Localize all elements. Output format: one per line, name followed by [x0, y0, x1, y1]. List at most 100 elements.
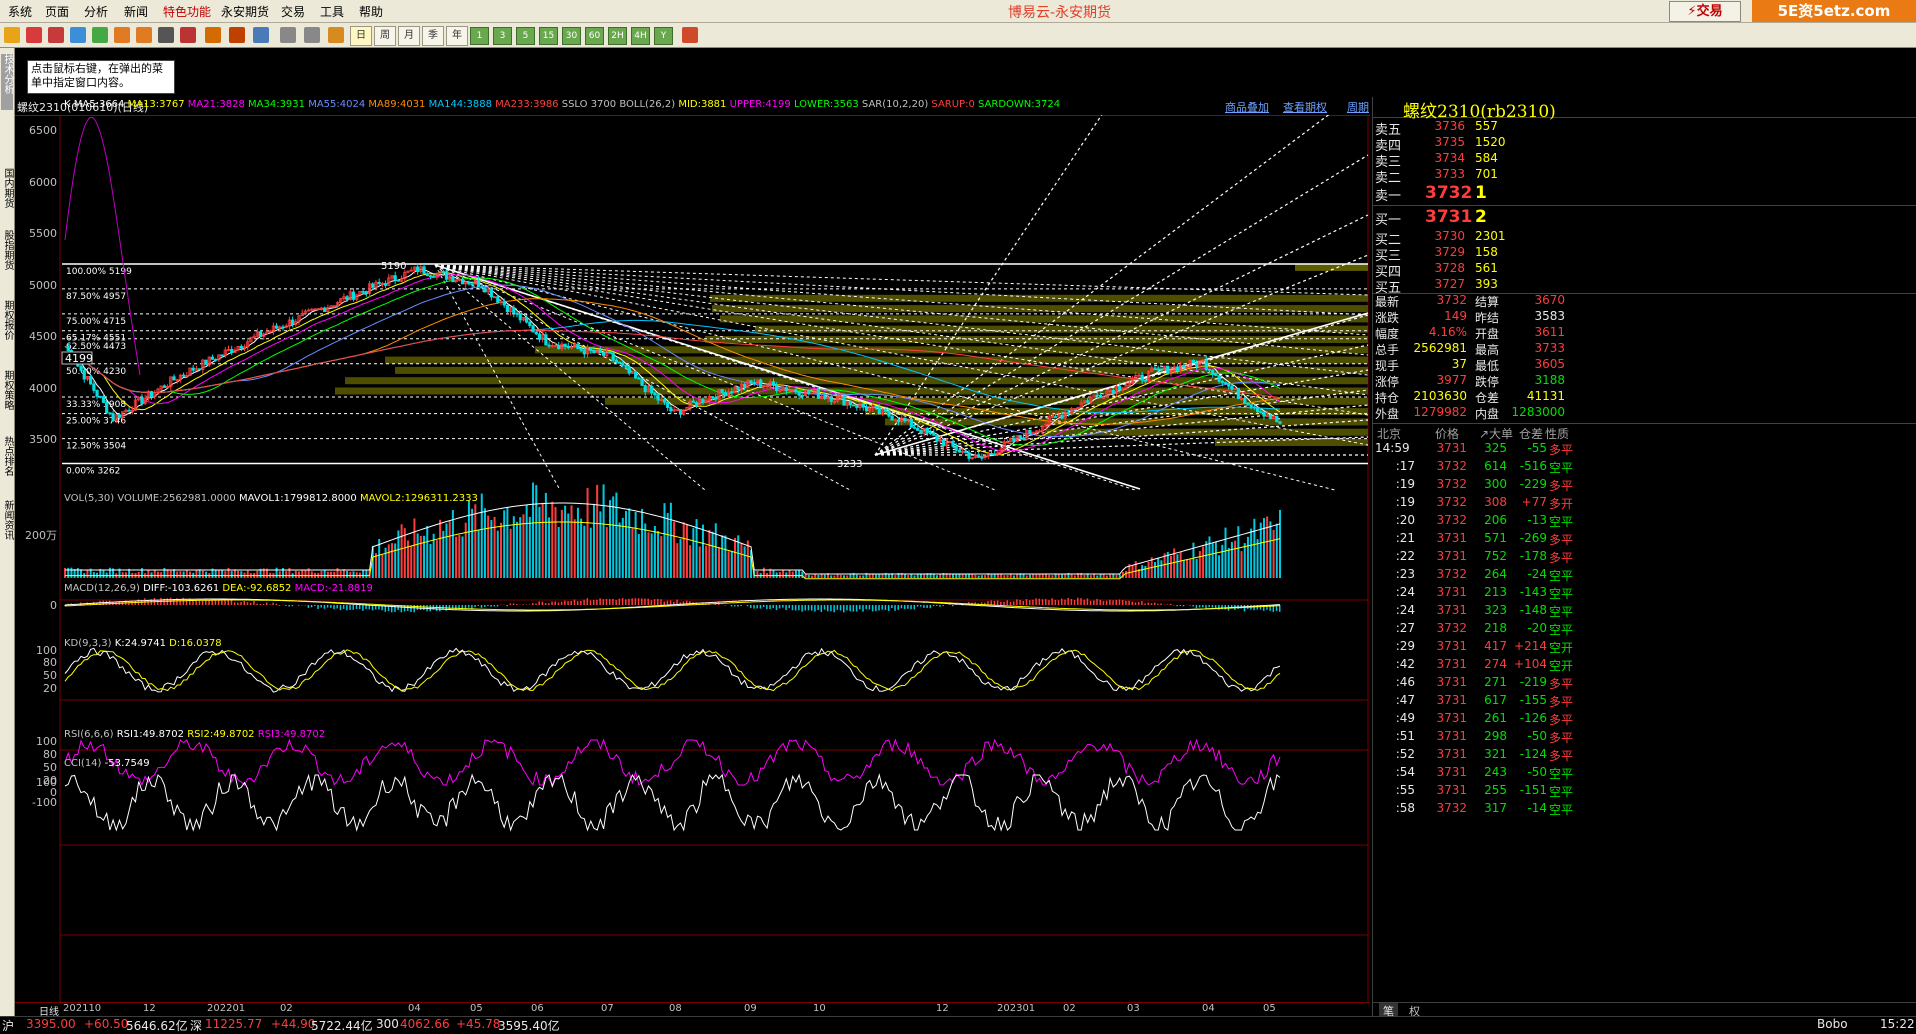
trade-button[interactable]: ⚡交易 — [1669, 1, 1741, 22]
ask-row[interactable]: 卖一 3732 1 — [1373, 183, 1916, 205]
tick-row[interactable]: :58 3732 317 -14 空平 — [1373, 801, 1916, 819]
ask-row[interactable]: 卖三 3734 584 — [1373, 151, 1916, 167]
period-week-button[interactable]: 周 — [374, 26, 396, 46]
option-link[interactable]: 查看期权 — [1283, 99, 1327, 115]
sidebar-tab-news[interactable]: 新闻资讯 — [1, 500, 13, 550]
bid-row[interactable]: 买一 3731 2 — [1373, 207, 1916, 229]
sidebar-tab-option-quote[interactable]: 期权报价 — [1, 300, 13, 350]
tick-row[interactable]: :19 3732 308 +77 多开 — [1373, 495, 1916, 513]
stat-value: 3670 — [1509, 293, 1565, 307]
candle-body — [378, 282, 380, 283]
status-clock: 15:22 — [1880, 1017, 1915, 1031]
period-4h-button[interactable]: 4H — [631, 27, 650, 45]
tick-row[interactable]: :24 3731 323 -148 空平 — [1373, 603, 1916, 621]
period-2h-button[interactable]: 2H — [608, 27, 627, 45]
bid-price: 3730 — [1425, 229, 1465, 243]
macd-bar — [817, 605, 819, 610]
volume-bar — [833, 576, 835, 578]
tick-row[interactable]: :27 3732 218 -20 空平 — [1373, 621, 1916, 639]
macd-bar — [875, 605, 877, 611]
period-month-button[interactable]: 月 — [398, 26, 420, 46]
volume-bar — [606, 527, 608, 578]
tick-row[interactable]: :42 3731 274 +104 空开 — [1373, 657, 1916, 675]
sidebar-tab-tech[interactable]: 技术分析 — [1, 54, 13, 110]
menu-help[interactable]: 帮助 — [359, 3, 383, 20]
zoom-in-icon[interactable] — [114, 27, 130, 43]
tick-row[interactable]: :29 3731 417 +214 空开 — [1373, 639, 1916, 657]
table-icon[interactable] — [280, 27, 296, 43]
tick-row[interactable]: :19 3732 300 -229 多平 — [1373, 477, 1916, 495]
period-y-button[interactable]: Y — [654, 27, 673, 45]
macd-bar — [298, 605, 300, 606]
grid-icon[interactable] — [304, 27, 320, 43]
menu-system[interactable]: 系统 — [8, 3, 32, 20]
volume-bar — [609, 500, 611, 578]
macd-bar — [356, 605, 358, 609]
tick-row[interactable]: :46 3731 271 -219 多平 — [1373, 675, 1916, 693]
home-icon[interactable] — [26, 27, 42, 43]
period-3m-button[interactable]: 3 — [493, 27, 512, 45]
bid-row[interactable]: 买二 3730 2301 — [1373, 229, 1916, 245]
calendar-icon[interactable] — [682, 27, 698, 43]
bid-row[interactable]: 买五 3727 393 — [1373, 277, 1916, 293]
tick-row[interactable]: :22 3731 752 -178 多平 — [1373, 549, 1916, 567]
refresh-icon[interactable] — [92, 27, 108, 43]
volume-bar — [1199, 551, 1201, 578]
ticks-list[interactable]: 14:59 3731 325 -55 多平 :17 3732 614 -516 … — [1373, 441, 1916, 1001]
kline-chart[interactable]: 100.00% 519987.50% 495775.00% 471565.17%… — [15, 115, 1370, 1015]
tick-row[interactable]: :17 3732 614 -516 空平 — [1373, 459, 1916, 477]
volume-bar — [875, 575, 877, 578]
ask-row[interactable]: 卖四 3735 1520 — [1373, 135, 1916, 151]
overlay-link[interactable]: 商品叠加 — [1225, 99, 1269, 115]
bid-row[interactable]: 买三 3729 158 — [1373, 245, 1916, 261]
menu-page[interactable]: 页面 — [45, 3, 69, 20]
tick-row[interactable]: :55 3731 255 -151 空平 — [1373, 783, 1916, 801]
ask-row[interactable]: 卖五 3736 557 — [1373, 119, 1916, 135]
sidebar-tab-ranking[interactable]: 热点排名 — [1, 436, 13, 486]
menu-analysis[interactable]: 分析 — [84, 3, 108, 20]
sidebar-tab-index[interactable]: 股指期货 — [1, 230, 13, 280]
bid-row[interactable]: 买四 3728 561 — [1373, 261, 1916, 277]
menu-tools[interactable]: 工具 — [320, 3, 344, 20]
zoom-out-icon[interactable] — [136, 27, 152, 43]
period-15m-button[interactable]: 15 — [539, 27, 558, 45]
tick-row[interactable]: :51 3731 298 -50 多平 — [1373, 729, 1916, 747]
period-30m-button[interactable]: 30 — [562, 27, 581, 45]
sidebar-tab-option-strategy[interactable]: 期权策略 — [1, 370, 13, 420]
period-year-button[interactable]: 年 — [446, 26, 468, 46]
draw-icon[interactable] — [180, 27, 196, 43]
flag-icon[interactable] — [328, 27, 344, 43]
ask-row[interactable]: 卖二 3733 701 — [1373, 167, 1916, 183]
indicator-icon[interactable] — [253, 27, 269, 43]
tick-row[interactable]: :49 3731 261 -126 多平 — [1373, 711, 1916, 729]
menu-news[interactable]: 新闻 — [124, 3, 148, 20]
period-quarter-button[interactable]: 季 — [422, 26, 444, 46]
menu-trade[interactable]: 交易 — [281, 3, 305, 20]
pen-icon[interactable] — [205, 27, 221, 43]
period-1m-button[interactable]: 1 — [470, 27, 489, 45]
back-icon[interactable] — [4, 27, 20, 43]
list-icon[interactable] — [70, 27, 86, 43]
sidebar-tab-domestic[interactable]: 国内期货 — [1, 168, 13, 218]
period-day-button[interactable]: 日 — [350, 26, 372, 46]
tick-row[interactable]: 14:59 3731 325 -55 多平 — [1373, 441, 1916, 459]
layout-icon[interactable] — [158, 27, 174, 43]
tick-row[interactable]: :24 3731 213 -143 空平 — [1373, 585, 1916, 603]
tick-row[interactable]: :20 3732 206 -13 空平 — [1373, 513, 1916, 531]
tick-row[interactable]: :21 3731 571 -269 多平 — [1373, 531, 1916, 549]
menu-special[interactable]: 特色功能 — [163, 3, 211, 20]
watermark-logo: 5E资5etz.com — [1752, 0, 1916, 22]
stat-value: 149 — [1413, 309, 1467, 323]
tick-row[interactable]: :54 3731 243 -50 空平 — [1373, 765, 1916, 783]
tick-row[interactable]: :52 3731 321 -124 多平 — [1373, 747, 1916, 765]
macd-bar — [1077, 598, 1079, 605]
period-link[interactable]: 周期 — [1347, 99, 1369, 115]
period-60m-button[interactable]: 60 — [585, 27, 604, 45]
period-5m-button[interactable]: 5 — [516, 27, 535, 45]
filter-icon[interactable] — [229, 27, 245, 43]
macd-bar — [1144, 604, 1146, 605]
tick-row[interactable]: :23 3732 264 -24 空平 — [1373, 567, 1916, 585]
chart-icon[interactable] — [48, 27, 64, 43]
tick-row[interactable]: :47 3731 617 -155 多平 — [1373, 693, 1916, 711]
menu-yongan[interactable]: 永安期货 — [221, 3, 269, 20]
